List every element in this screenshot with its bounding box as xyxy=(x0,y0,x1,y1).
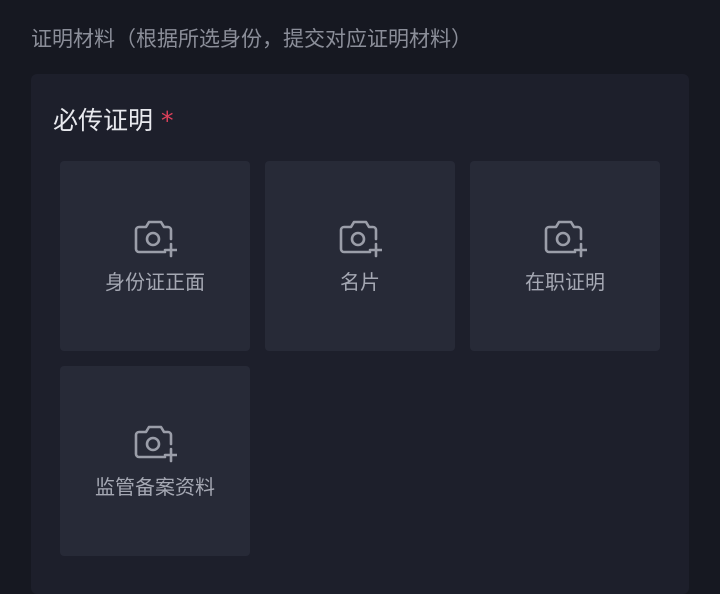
required-mark: * xyxy=(161,106,174,135)
section-title: 证明材料（根据所选身份，提交对应证明材料） xyxy=(31,27,472,51)
upload-tile-employment-proof[interactable]: 在职证明 xyxy=(470,161,660,351)
card-heading: 必传证明 * xyxy=(53,104,174,138)
required-proof-card: 必传证明 * 身份证正面 名片 在职证明 监管备案资料 xyxy=(31,74,689,594)
tile-label: 在职证明 xyxy=(525,270,605,294)
tile-label: 名片 xyxy=(340,270,380,294)
upload-tile-business-card[interactable]: 名片 xyxy=(265,161,455,351)
camera-add-icon xyxy=(338,218,382,258)
upload-tile-regulatory-filing[interactable]: 监管备案资料 xyxy=(60,366,250,556)
camera-add-icon xyxy=(133,218,177,258)
upload-tile-id-card-front[interactable]: 身份证正面 xyxy=(60,161,250,351)
card-heading-text: 必传证明 xyxy=(53,106,154,135)
tile-label: 监管备案资料 xyxy=(95,475,215,499)
tile-label: 身份证正面 xyxy=(105,270,205,294)
camera-add-icon xyxy=(133,423,177,463)
camera-add-icon xyxy=(543,218,587,258)
